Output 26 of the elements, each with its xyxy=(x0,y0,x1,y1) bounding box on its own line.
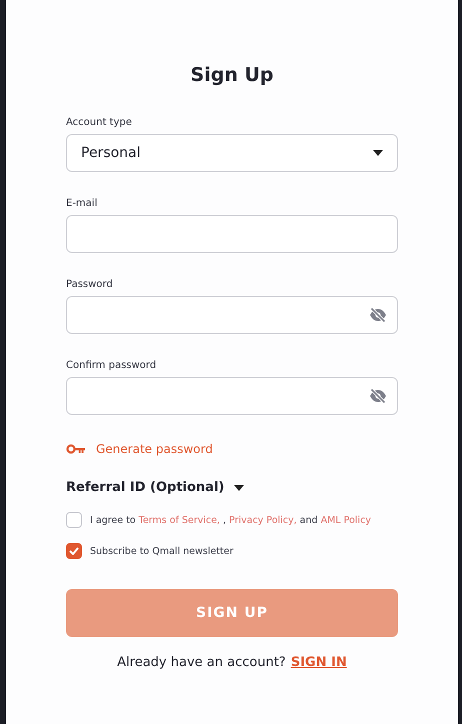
field-label: E-mail xyxy=(66,198,98,209)
eye-slash-icon[interactable] xyxy=(369,388,387,404)
checkbox[interactable] xyxy=(66,512,82,528)
caret-icon xyxy=(373,150,383,156)
field-label: Password xyxy=(66,279,114,290)
checkbox-label: I agree to Terms of Service, , Privacy Policy, and AML Policy xyxy=(90,514,372,526)
field-label: Confirm password xyxy=(66,360,158,371)
email-field[interactable] xyxy=(66,215,398,253)
checkmark-icon xyxy=(69,547,79,555)
referral-toggle[interactable]: Referral ID (Optional) xyxy=(66,480,398,495)
password-field[interactable] xyxy=(66,296,398,334)
password-field[interactable] xyxy=(66,377,398,415)
form-title: Sign Up xyxy=(190,64,274,86)
policy-link[interactable]: Terms of Service, xyxy=(138,514,220,526)
account-prompt: Already have an account? xyxy=(117,655,286,670)
checkbox[interactable] xyxy=(66,543,82,559)
checkbox-label: Subscribe to Qmall newsletter xyxy=(90,546,234,556)
eye-slash-icon[interactable] xyxy=(369,307,387,323)
policy-link[interactable]: AML Policy xyxy=(320,514,372,526)
sign-in-link[interactable]: SIGN IN xyxy=(290,655,347,670)
key-icon xyxy=(66,444,86,454)
generate-password-link[interactable]: Generate password xyxy=(66,442,398,456)
account-type-dropdown[interactable]: Personal xyxy=(66,134,398,172)
policy-link[interactable]: Privacy Policy, xyxy=(229,514,297,526)
caret-icon xyxy=(234,484,244,490)
field-label: Account type xyxy=(66,117,133,128)
